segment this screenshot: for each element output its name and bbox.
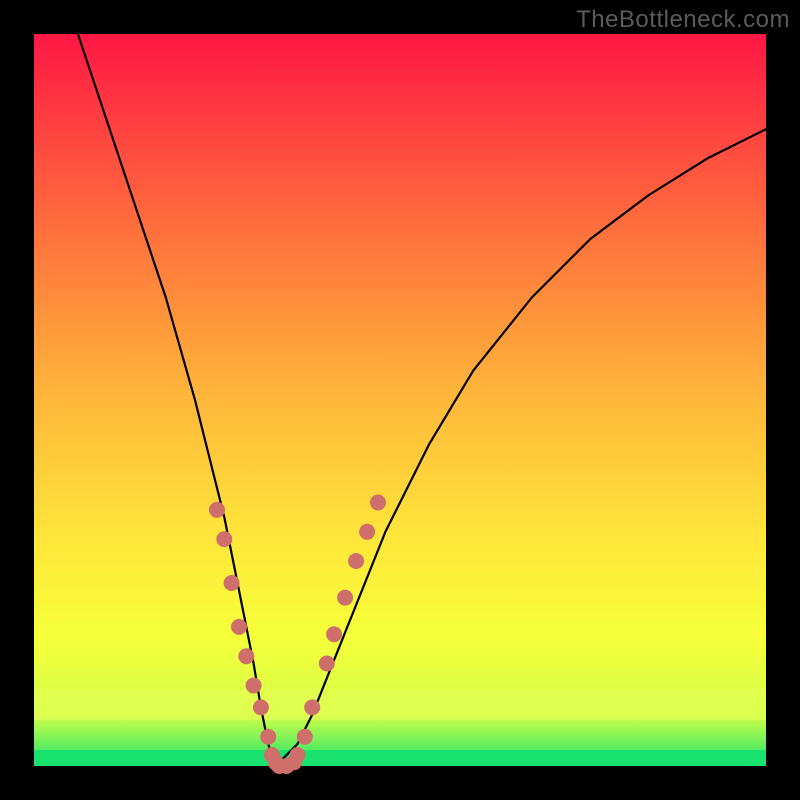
watermark-text: TheBottleneck.com (576, 6, 790, 34)
data-point (224, 575, 240, 591)
bottleneck-chart-svg (0, 0, 800, 800)
data-point (238, 648, 254, 664)
data-point (319, 656, 335, 672)
data-point (260, 729, 276, 745)
chart-container: TheBottleneck.com (0, 0, 800, 800)
data-point (370, 495, 386, 511)
data-point (297, 729, 313, 745)
data-point (304, 699, 320, 715)
data-point (326, 626, 342, 642)
data-point (209, 502, 225, 518)
data-point (231, 619, 247, 635)
data-point (290, 747, 306, 763)
data-point (216, 531, 232, 547)
plot-background (34, 34, 766, 766)
data-point (348, 553, 364, 569)
data-point (337, 590, 353, 606)
data-point (253, 699, 269, 715)
data-point (246, 678, 262, 694)
bottom-green-strip (34, 750, 766, 766)
highlight-band (34, 690, 766, 720)
data-point (359, 524, 375, 540)
